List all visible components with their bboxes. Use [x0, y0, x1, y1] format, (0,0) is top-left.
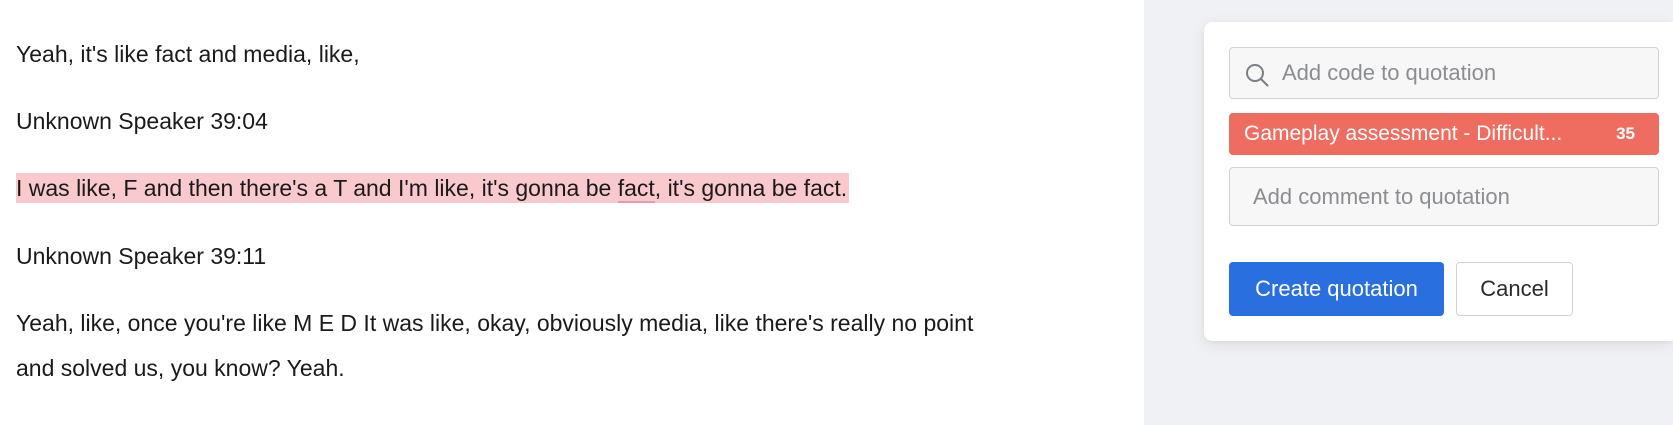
create-quotation-button[interactable]: Create quotation	[1229, 262, 1444, 316]
speaker-label: Unknown Speaker 39:11	[16, 243, 267, 269]
comment-field[interactable]	[1229, 167, 1659, 226]
highlighted-quotation[interactable]: I was like, F and then there's a T and I…	[16, 173, 850, 203]
search-icon	[1246, 64, 1269, 87]
code-chip[interactable]: Gameplay assessment - Difficult... 35	[1229, 113, 1659, 155]
transcript-line: Yeah, like, once you're like M E D It wa…	[16, 310, 974, 336]
transcript-line: Yeah, it's like fact and media, like,	[16, 41, 360, 67]
transcript-pane: Yeah, it's like fact and media, like, Un…	[0, 0, 1144, 425]
speaker-label: Unknown Speaker 39:04	[16, 108, 268, 134]
code-chip-count: 35	[1616, 124, 1635, 143]
spellcheck-flagged-word: fact	[617, 175, 655, 203]
highlight-text-after: , it's gonna be fact.	[654, 175, 848, 201]
search-input[interactable]	[1282, 48, 1652, 98]
code-chip-label: Gameplay assessment - Difficult...	[1244, 122, 1563, 145]
transcript-line: and solved us, you know? Yeah.	[16, 355, 345, 381]
code-search-field[interactable]	[1229, 47, 1659, 99]
highlight-span[interactable]: I was like, F and then there's a T and I…	[16, 173, 850, 203]
comment-input[interactable]	[1253, 168, 1648, 225]
highlight-text-before: I was like, F and then there's a T and I…	[16, 175, 618, 201]
cancel-button[interactable]: Cancel	[1456, 262, 1573, 316]
